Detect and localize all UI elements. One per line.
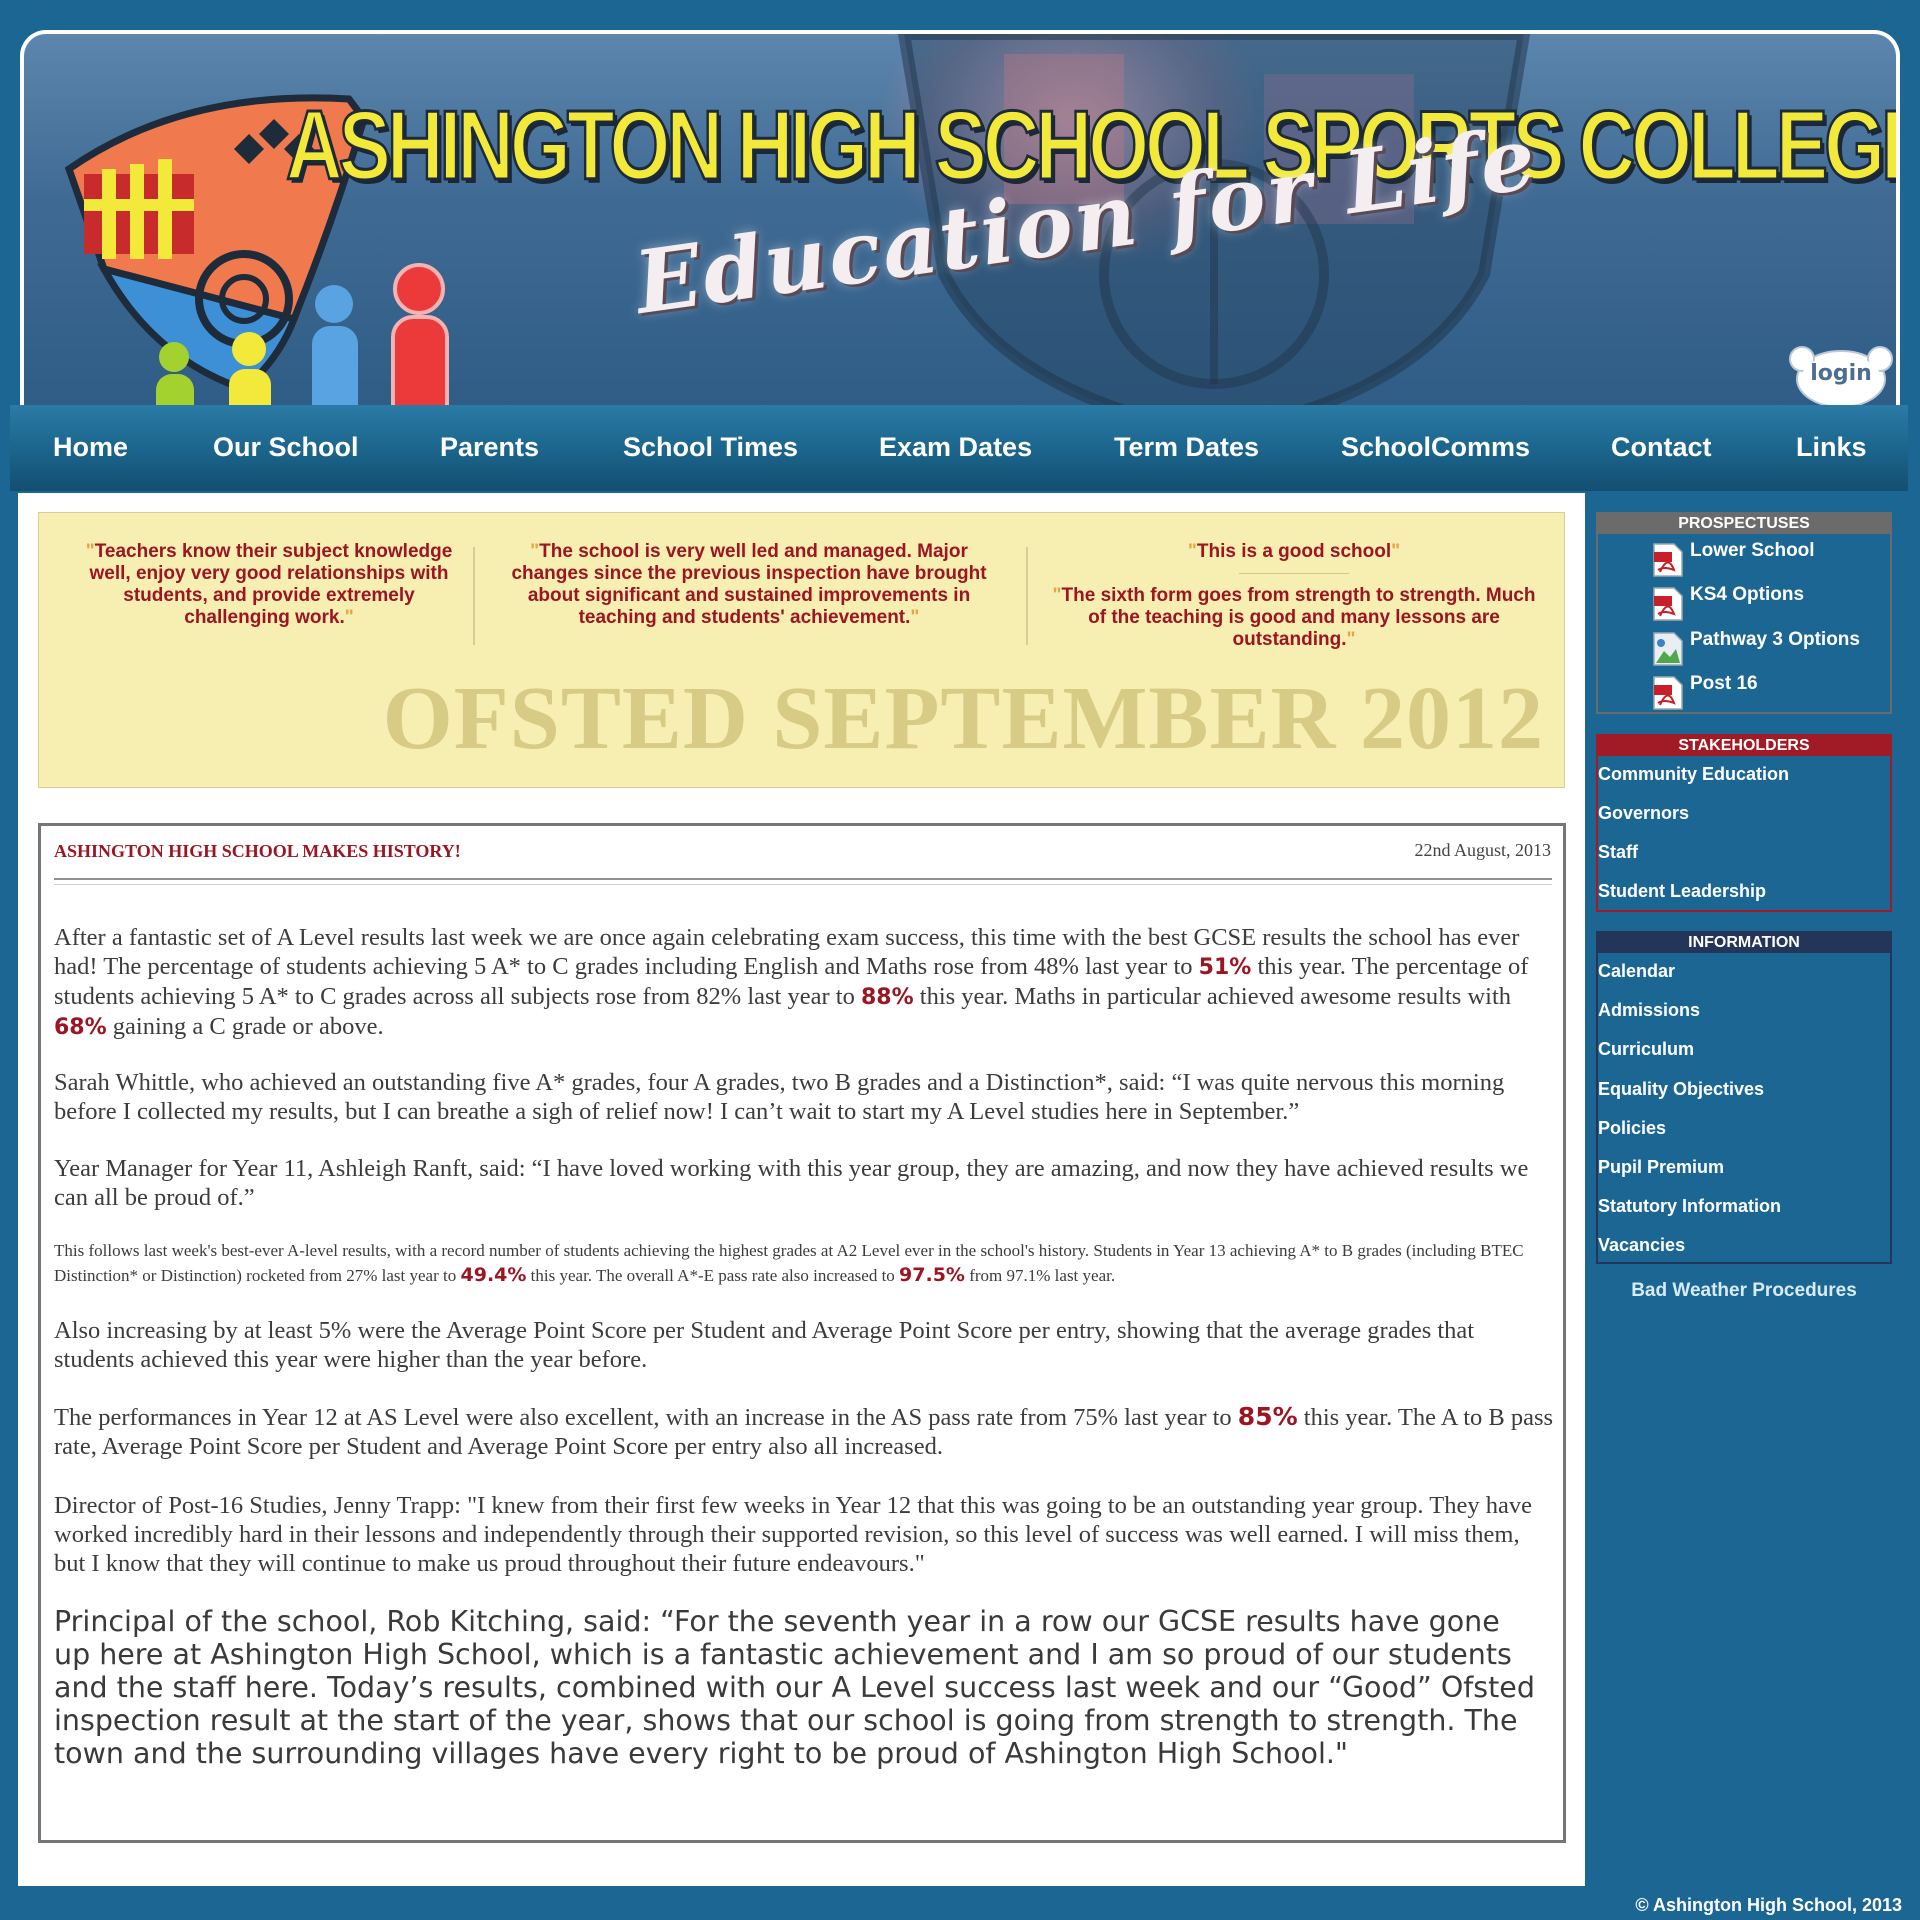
- ofsted-heading: OFSTED SEPTEMBER 2012: [382, 669, 1544, 768]
- prospectuses-heading: PROSPECTUSES: [1598, 514, 1890, 534]
- article-paragraph: Year Manager for Year 11, Ashleigh Ranft…: [54, 1155, 1529, 1211]
- nav-school-times[interactable]: School Times: [623, 432, 798, 463]
- ofsted-quote-3: "This is a good school": [1187, 541, 1401, 562]
- nav-exam-dates[interactable]: Exam Dates: [879, 432, 1032, 463]
- ofsted-quote-1: "Teachers know their subject knowledge w…: [85, 541, 453, 628]
- information-box: INFORMATION Calendar Admissions Curricul…: [1596, 931, 1892, 1264]
- sidebar-item-pupil-premium[interactable]: Pupil Premium: [1598, 1157, 1724, 1178]
- sidebar-item-curriculum[interactable]: Curriculum: [1598, 1039, 1694, 1060]
- prospectuses-box: PROSPECTUSES Lower School KS4 Options Pa…: [1596, 512, 1892, 714]
- quote-divider: [473, 547, 475, 645]
- quote-separator: [1239, 573, 1349, 574]
- quote-divider: [1026, 547, 1028, 645]
- highlight-value: 68%: [54, 1015, 107, 1040]
- ofsted-quote-4: "The sixth form goes from strength to st…: [1052, 585, 1536, 650]
- article-paragraph: The performances in Year 12 at AS Level …: [54, 1402, 1554, 1460]
- nav-schoolcomms[interactable]: SchoolComms: [1341, 432, 1530, 463]
- sidebar-item-staff[interactable]: Staff: [1598, 842, 1638, 863]
- highlight-value: 51%: [1198, 955, 1252, 980]
- stakeholders-box: STAKEHOLDERS Community Education Governo…: [1596, 734, 1892, 912]
- login-label: login: [1810, 361, 1872, 386]
- main-navigation: Home Our School Parents School Times Exa…: [10, 405, 1908, 491]
- article-paragraph: After a fantastic set of A Level results…: [54, 924, 1529, 1040]
- highlight-value: 49.4%: [460, 1264, 527, 1286]
- article-date: 22nd August, 2013: [1414, 840, 1551, 860]
- information-heading: INFORMATION: [1598, 933, 1890, 953]
- pdf-icon: [1653, 543, 1683, 577]
- sidebar-item-student-leadership[interactable]: Student Leadership: [1598, 881, 1766, 902]
- sidebar-item-calendar[interactable]: Calendar: [1598, 961, 1675, 982]
- article-paragraph: Principal of the school, Rob Kitching, s…: [54, 1605, 1535, 1770]
- article-paragraph: Sarah Whittle, who achieved an outstandi…: [54, 1069, 1505, 1125]
- highlight-value: 85%: [1237, 1402, 1298, 1431]
- sidebar-item-vacancies[interactable]: Vacancies: [1598, 1235, 1685, 1256]
- article-paragraph: Director of Post-16 Studies, Jenny Trapp…: [54, 1492, 1532, 1577]
- sidebar-item-community-education[interactable]: Community Education: [1598, 764, 1789, 785]
- footer-copyright: © Ashington High School, 2013: [1635, 1895, 1902, 1915]
- highlight-value: 97.5%: [899, 1264, 965, 1286]
- header-banner: ASHINGTON HIGH SCHOOL SPORTS COLLEGE Edu…: [20, 30, 1900, 405]
- login-button[interactable]: login: [1786, 339, 1896, 405]
- nav-links[interactable]: Links: [1796, 432, 1867, 463]
- nav-home[interactable]: Home: [53, 432, 128, 463]
- pdf-icon: [1653, 587, 1683, 621]
- pdf-icon: [1653, 676, 1683, 710]
- sidebar-item-statutory-information[interactable]: Statutory Information: [1598, 1196, 1781, 1217]
- news-article: ASHINGTON HIGH SCHOOL MAKES HISTORY! 22n…: [38, 823, 1566, 1843]
- article-divider: [54, 878, 1552, 885]
- nav-parents[interactable]: Parents: [440, 432, 539, 463]
- bad-weather-procedures-link[interactable]: Bad Weather Procedures: [1596, 1280, 1892, 1302]
- sidebar-item-policies[interactable]: Policies: [1598, 1118, 1666, 1139]
- ofsted-quotes-panel: "Teachers know their subject knowledge w…: [38, 512, 1565, 788]
- highlight-value: 88%: [860, 985, 914, 1010]
- article-paragraph: This follows last week's best-ever A-lev…: [54, 1241, 1524, 1286]
- nav-contact[interactable]: Contact: [1611, 432, 1712, 463]
- sidebar-item-admissions[interactable]: Admissions: [1598, 1000, 1700, 1021]
- sidebar-item-governors[interactable]: Governors: [1598, 803, 1689, 824]
- sidebar-item-equality-objectives[interactable]: Equality Objectives: [1598, 1079, 1764, 1100]
- page: ASHINGTON HIGH SCHOOL SPORTS COLLEGE Edu…: [0, 0, 1920, 1920]
- nav-our-school[interactable]: Our School: [213, 432, 359, 463]
- ofsted-quote-2: "The school is very well led and managed…: [511, 541, 987, 628]
- article-paragraph: Also increasing by at least 5% were the …: [54, 1317, 1475, 1373]
- article-title: ASHINGTON HIGH SCHOOL MAKES HISTORY!: [54, 841, 461, 861]
- broken-image-icon: [1653, 632, 1683, 666]
- nav-term-dates[interactable]: Term Dates: [1114, 432, 1259, 463]
- stakeholders-heading: STAKEHOLDERS: [1598, 736, 1890, 756]
